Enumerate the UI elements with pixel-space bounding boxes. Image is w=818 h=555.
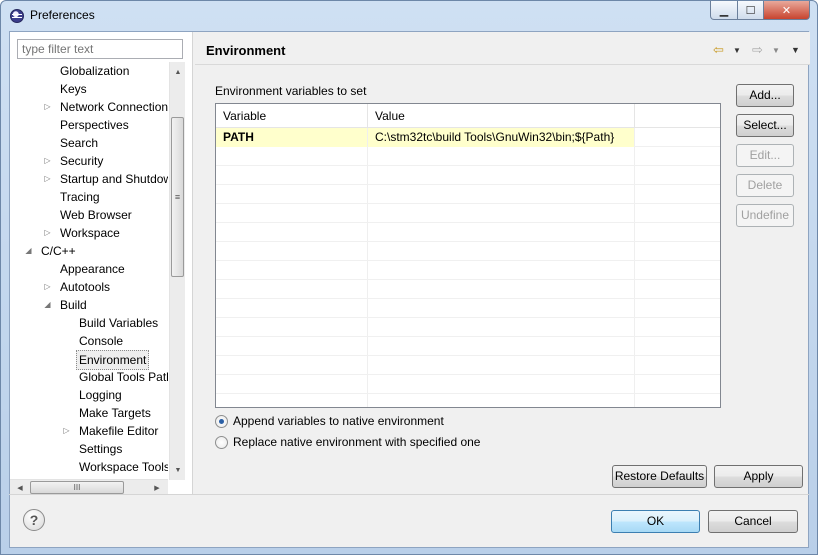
table-row[interactable] [216, 356, 720, 375]
minimize-icon: ▁ [719, 4, 729, 17]
value-cell [368, 318, 634, 337]
replace-radio-label: Replace native environment with specifie… [233, 435, 481, 449]
replace-radio[interactable] [215, 435, 228, 449]
table-row[interactable] [216, 375, 720, 394]
value-cell [368, 242, 634, 261]
value-cell [368, 223, 634, 242]
delete-button[interactable]: Delete [736, 174, 794, 197]
edit-button[interactable]: Edit... [736, 144, 794, 167]
table-row[interactable] [216, 242, 720, 261]
variable-cell [216, 299, 367, 318]
column-header-value[interactable]: Value [368, 104, 635, 128]
variable-cell [216, 166, 367, 185]
cancel-button[interactable]: Cancel [708, 510, 798, 533]
value-cell [368, 204, 634, 223]
variable-cell [216, 223, 367, 242]
page-content: Environment variables to set Variable Va… [9, 31, 809, 548]
variable-cell [216, 394, 367, 407]
eclipse-app-icon [10, 9, 24, 23]
value-cell [368, 185, 634, 204]
close-icon: ✕ [781, 4, 792, 17]
table-row[interactable] [216, 185, 720, 204]
maximize-button[interactable]: ☐ [737, 1, 764, 20]
help-icon[interactable]: ? [23, 509, 45, 531]
undefine-button[interactable]: Undefine [736, 204, 794, 227]
append-radio[interactable] [215, 414, 228, 428]
variable-cell [216, 337, 367, 356]
table-header: Variable Value [216, 104, 720, 128]
value-cell [368, 337, 634, 356]
environment-variables-table[interactable]: Variable Value PATH C:\stm32tc\build Tool… [215, 103, 721, 408]
close-button[interactable]: ✕ [763, 1, 810, 20]
variable-cell [216, 147, 367, 166]
apply-button[interactable]: Apply [714, 465, 803, 488]
select-button[interactable]: Select... [736, 114, 794, 137]
table-row[interactable] [216, 280, 720, 299]
maximize-icon: ☐ [745, 4, 756, 17]
value-cell [368, 280, 634, 299]
minimize-button[interactable]: ▁ [710, 1, 738, 20]
replace-radio-option[interactable]: Replace native environment with specifie… [215, 433, 480, 451]
value-cell [368, 166, 634, 185]
restore-defaults-button[interactable]: Restore Defaults [612, 465, 707, 488]
value-cell [368, 261, 634, 280]
append-radio-label: Append variables to native environment [233, 414, 444, 428]
table-row[interactable] [216, 166, 720, 185]
section-label: Environment variables to set [215, 84, 367, 98]
table-row[interactable] [216, 299, 720, 318]
value-cell [368, 147, 634, 166]
variable-cell [216, 261, 367, 280]
variable-cell [216, 204, 367, 223]
table-row[interactable] [216, 223, 720, 242]
variable-cell [216, 242, 367, 261]
value-cell [368, 375, 634, 394]
window-title: Preferences [30, 8, 95, 22]
column-header-variable[interactable]: Variable [216, 104, 368, 128]
table-row[interactable]: PATH C:\stm32tc\build Tools\GnuWin32\bin;… [216, 128, 720, 147]
table-row[interactable] [216, 147, 720, 166]
append-radio-option[interactable]: Append variables to native environment [215, 412, 444, 430]
table-row[interactable] [216, 394, 720, 407]
table-row[interactable] [216, 261, 720, 280]
value-cell [368, 394, 634, 407]
add-button[interactable]: Add... [736, 84, 794, 107]
value-cell: C:\stm32tc\build Tools\GnuWin32\bin;${Pa… [368, 128, 634, 147]
title-bar[interactable]: Preferences ▁ ☐ ✕ [1, 1, 817, 31]
footer-divider [9, 494, 809, 495]
table-row[interactable] [216, 337, 720, 356]
variable-cell [216, 356, 367, 375]
ok-button[interactable]: OK [611, 510, 700, 533]
variable-cell [216, 318, 367, 337]
variable-cell: PATH [216, 128, 367, 147]
variable-cell [216, 185, 367, 204]
table-row[interactable] [216, 204, 720, 223]
preferences-window: Preferences ▁ ☐ ✕ GlobalizationKeys▷Netw… [0, 0, 818, 555]
value-cell [368, 299, 634, 318]
variable-cell [216, 280, 367, 299]
value-cell [368, 356, 634, 375]
variable-cell [216, 375, 367, 394]
table-row[interactable] [216, 318, 720, 337]
